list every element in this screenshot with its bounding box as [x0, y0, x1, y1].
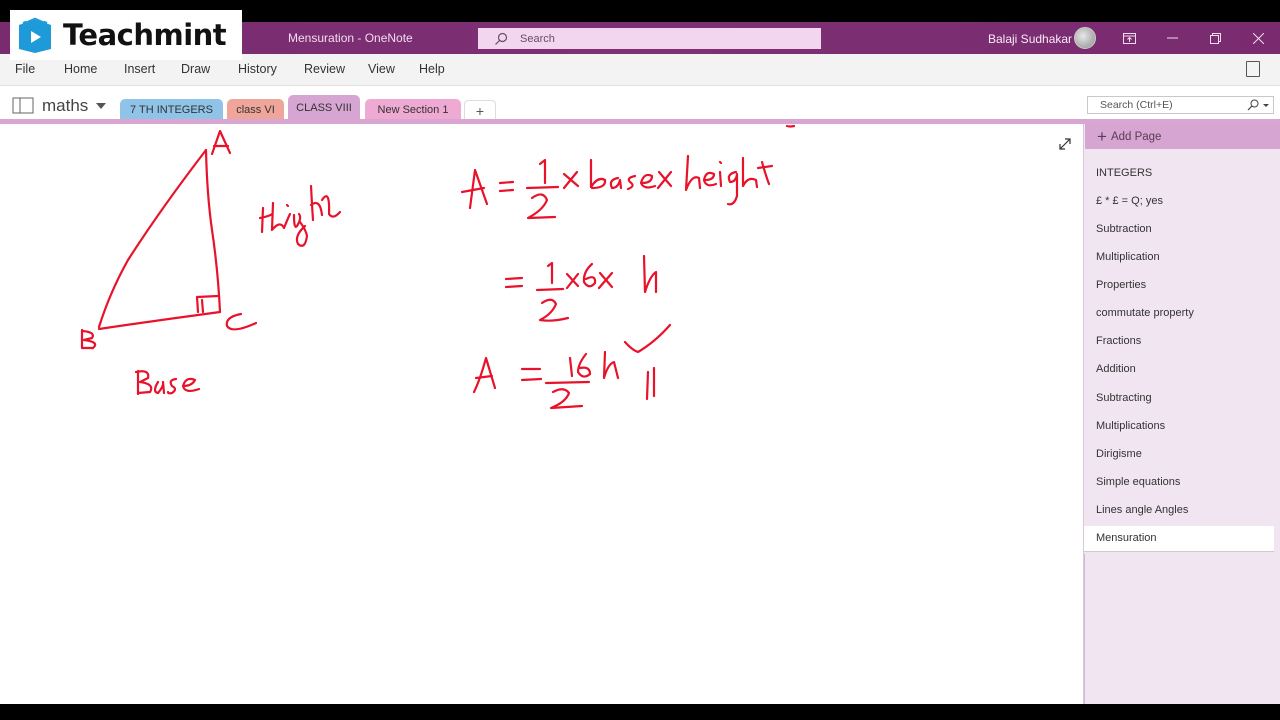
add-section-button[interactable]: +	[464, 100, 496, 120]
notebook-dropdown-icon[interactable]	[96, 103, 106, 109]
page-canvas[interactable]	[0, 124, 1083, 704]
menu-view[interactable]: View	[368, 62, 395, 76]
plus-icon: +	[1097, 126, 1107, 146]
page-item-multiplications[interactable]: Multiplications	[1096, 420, 1165, 432]
page-item-properties[interactable]: Properties	[1096, 279, 1146, 291]
restore-button[interactable]	[1200, 26, 1230, 50]
page-item-simple-equations[interactable]: Simple equations	[1096, 476, 1180, 488]
page-item-dirigisme[interactable]: Dirigisme	[1096, 448, 1142, 460]
brand-name: Teachmint	[63, 18, 227, 52]
search-icon	[1247, 99, 1259, 111]
section-tab-label: class VI	[236, 104, 275, 116]
page-list-empty-area	[1084, 554, 1274, 704]
sticky-notes-icon[interactable]	[1246, 61, 1260, 77]
ribbon-display-options-button[interactable]	[1114, 26, 1144, 50]
page-item-mensuration[interactable]: Mensuration	[1096, 532, 1157, 544]
page-item-subtracting[interactable]: Subtracting	[1096, 392, 1152, 404]
book-play-icon	[19, 16, 51, 53]
menu-draw[interactable]: Draw	[181, 62, 210, 76]
teachmint-logo: Teachmint	[10, 10, 242, 60]
menu-insert[interactable]: Insert	[124, 62, 155, 76]
search-scope-dropdown-icon[interactable]	[1263, 104, 1269, 107]
page-item-multiplication[interactable]: Multiplication	[1096, 251, 1160, 263]
page-item-commutate-property[interactable]: commutate property	[1096, 307, 1194, 319]
page-item-subtraction[interactable]: Subtraction	[1096, 223, 1152, 235]
section-tab-7th-integers[interactable]: 7 TH INTEGERS	[120, 99, 223, 121]
close-button[interactable]	[1243, 26, 1273, 50]
menu-help[interactable]: Help	[419, 62, 445, 76]
notebook-search-box[interactable]: Search (Ctrl+E)	[1087, 96, 1274, 114]
menu-history[interactable]: History	[238, 62, 277, 76]
page-item-pound-equation[interactable]: £ * £ = Q; yes	[1096, 195, 1163, 207]
minimize-icon	[1166, 37, 1178, 39]
page-item-fractions[interactable]: Fractions	[1096, 335, 1141, 347]
notebook-icon[interactable]	[12, 97, 34, 114]
menu-home[interactable]: Home	[64, 62, 97, 76]
menu-file[interactable]: File	[15, 62, 35, 76]
section-tab-label: CLASS VIII	[296, 102, 352, 114]
minimize-button[interactable]	[1157, 26, 1187, 50]
user-name[interactable]: Balaji Sudhakar	[988, 32, 1072, 46]
search-icon	[495, 32, 508, 45]
document-title: Mensuration - OneNote	[288, 31, 413, 45]
page-item-lines-angle-angles[interactable]: Lines angle Angles	[1096, 504, 1188, 516]
restore-icon	[1209, 32, 1221, 44]
ribbon-display-icon	[1122, 32, 1136, 44]
expand-fullpage-icon[interactable]	[1057, 136, 1073, 152]
add-page-button[interactable]: + Add Page	[1085, 124, 1280, 149]
add-page-label: Add Page	[1110, 130, 1162, 143]
title-search-box[interactable]: Search	[478, 28, 821, 49]
section-tab-label: 7 TH INTEGERS	[130, 104, 213, 116]
page-item-addition[interactable]: Addition	[1096, 363, 1136, 375]
page-item-integers[interactable]: INTEGERS	[1096, 167, 1152, 179]
title-search-placeholder: Search	[520, 32, 555, 45]
close-icon	[1252, 32, 1264, 44]
section-tab-new-section-1[interactable]: New Section 1	[365, 99, 461, 121]
menu-review[interactable]: Review	[304, 62, 345, 76]
section-tab-class-vi[interactable]: class VI	[227, 99, 284, 121]
section-tab-label: New Section 1	[377, 104, 449, 116]
user-avatar[interactable]	[1074, 27, 1096, 49]
notebook-search-placeholder: Search (Ctrl+E)	[1100, 99, 1173, 111]
section-tab-class-viii[interactable]: CLASS VIII	[288, 95, 360, 121]
screen-bottom-border	[0, 704, 1280, 720]
notebook-name[interactable]: maths	[42, 96, 88, 116]
